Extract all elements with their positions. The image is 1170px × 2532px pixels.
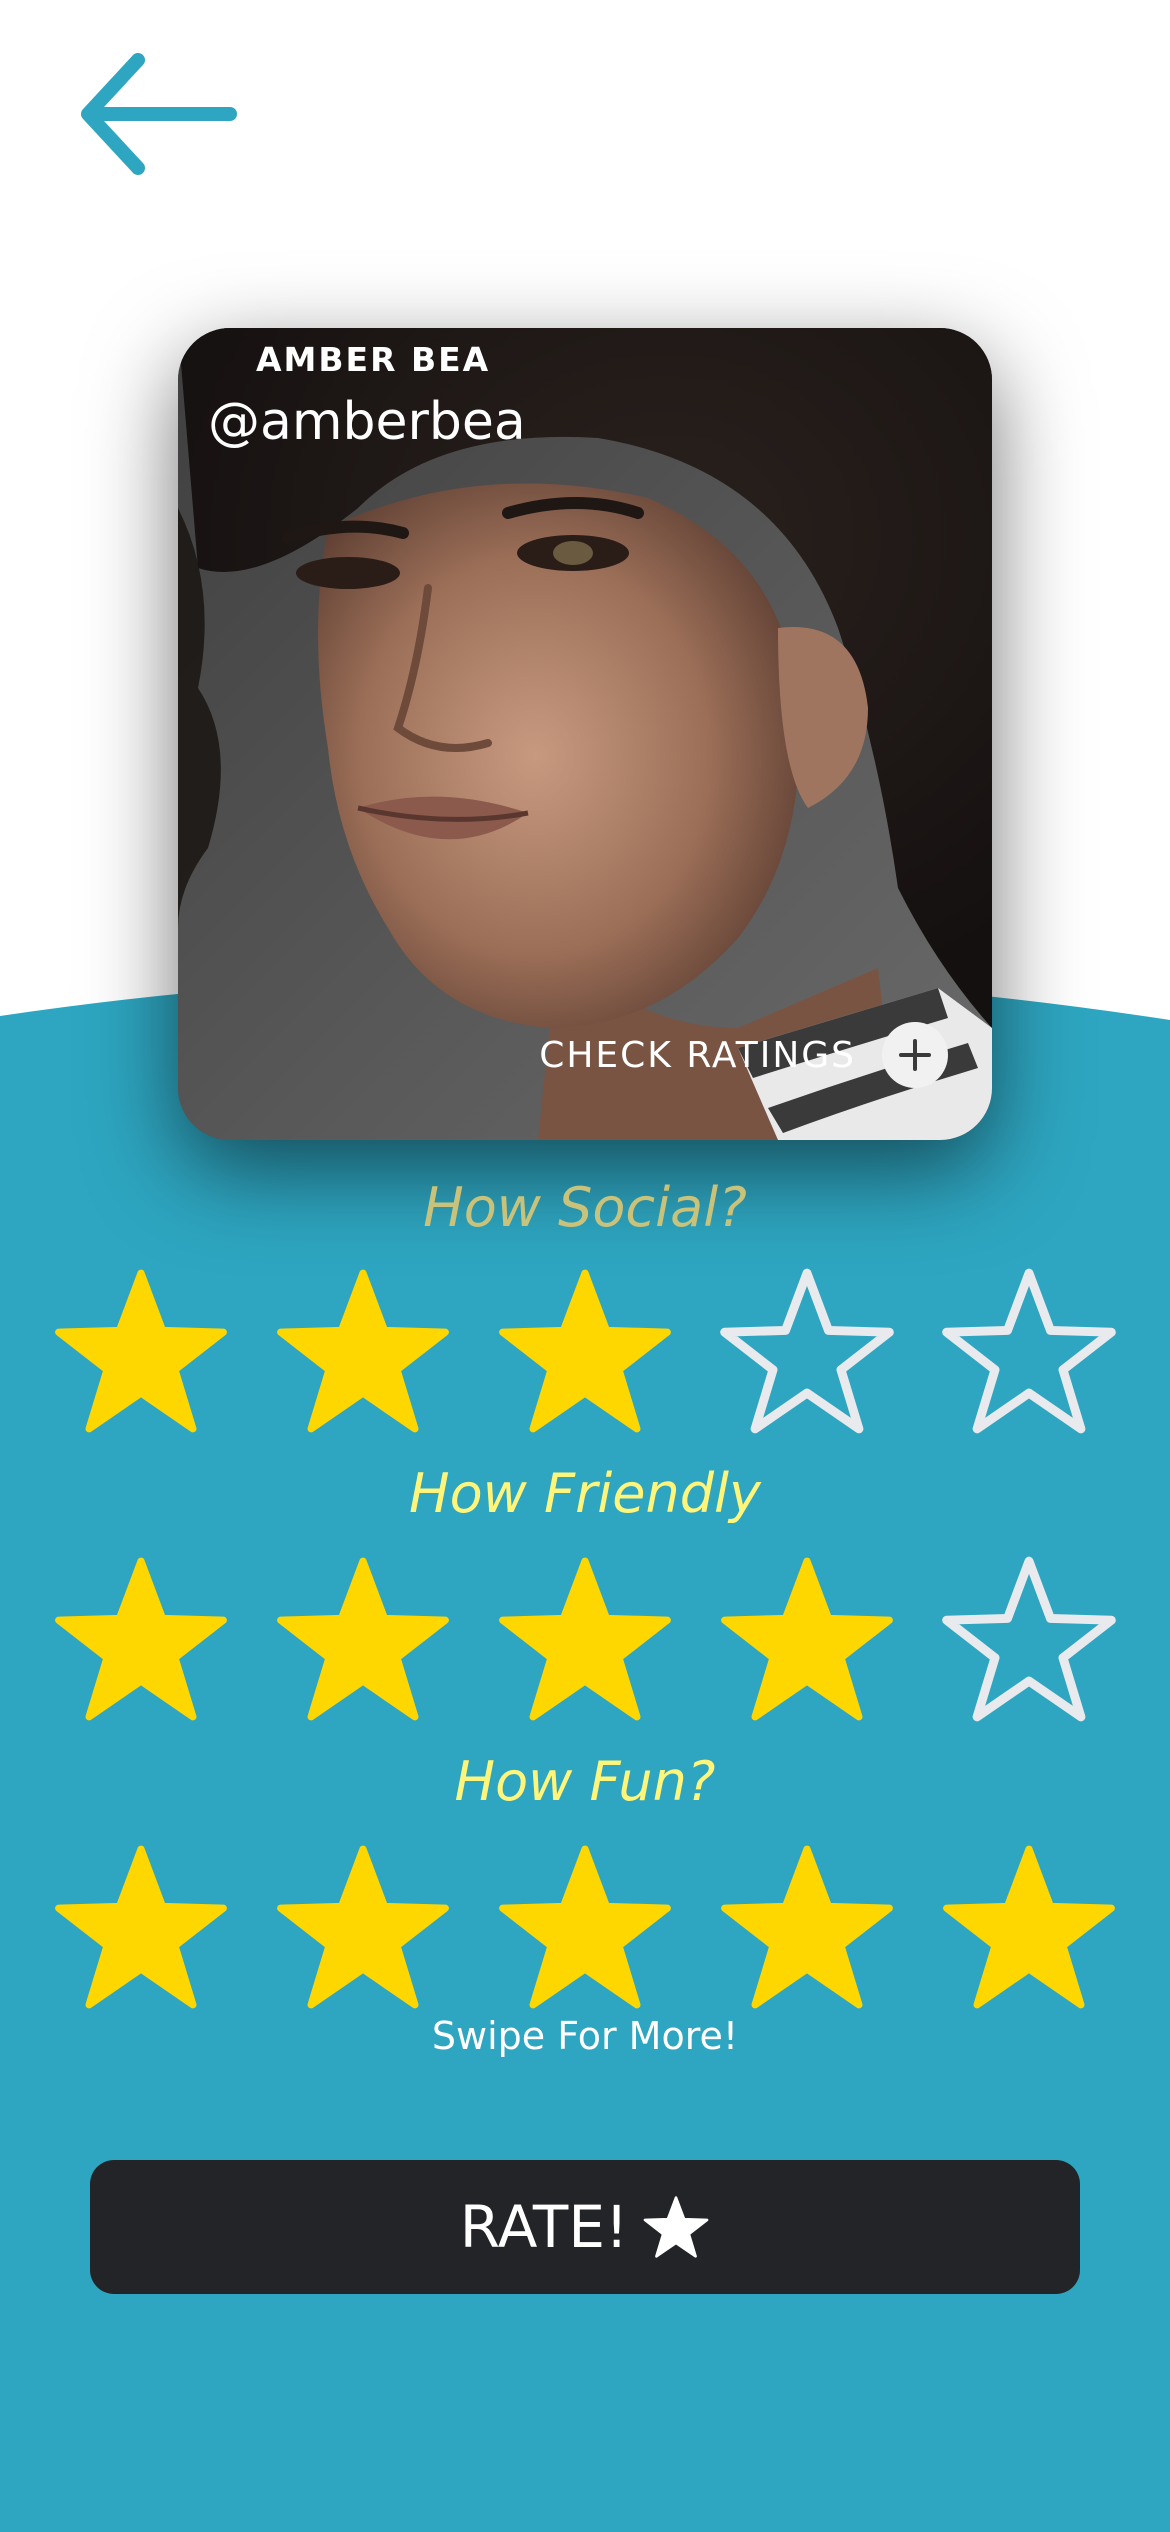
star-icon	[643, 2196, 709, 2258]
star-empty-icon[interactable]	[712, 1266, 902, 1436]
star-row-fun	[46, 1842, 1124, 2012]
star-empty-icon[interactable]	[934, 1266, 1124, 1436]
star-filled-icon[interactable]	[490, 1266, 680, 1436]
star-filled-icon[interactable]	[46, 1554, 236, 1724]
star-filled-icon[interactable]	[46, 1842, 236, 2012]
back-button[interactable]	[78, 46, 238, 186]
check-ratings-button[interactable]: CHECK RATINGS	[539, 1022, 948, 1088]
star-filled-icon[interactable]	[268, 1842, 458, 2012]
plus-circle-icon	[882, 1022, 948, 1088]
question-social: How Social?	[423, 1176, 747, 1239]
star-filled-icon[interactable]	[490, 1842, 680, 2012]
check-ratings-label: CHECK RATINGS	[539, 1034, 856, 1076]
question-friendly: How Friendly	[409, 1462, 761, 1525]
rate-button[interactable]: RATE!	[90, 2160, 1080, 2294]
star-filled-icon[interactable]	[268, 1266, 458, 1436]
profile-name: AMBER BEA	[256, 340, 491, 379]
star-empty-icon[interactable]	[934, 1554, 1124, 1724]
star-filled-icon[interactable]	[490, 1554, 680, 1724]
star-filled-icon[interactable]	[46, 1266, 236, 1436]
star-filled-icon[interactable]	[934, 1842, 1124, 2012]
star-filled-icon[interactable]	[712, 1842, 902, 2012]
question-fun: How Fun?	[454, 1750, 716, 1813]
rate-button-label: RATE!	[459, 2193, 629, 2261]
swipe-hint: Swipe For More!	[431, 2014, 739, 2058]
star-filled-icon[interactable]	[712, 1554, 902, 1724]
star-row-friendly	[46, 1554, 1124, 1724]
profile-handle: @amberbea	[208, 392, 526, 452]
arrow-left-icon	[81, 53, 237, 175]
profile-card[interactable]: AMBER BEA @amberbea CHECK RATINGS	[178, 328, 992, 1140]
star-row-social	[46, 1266, 1124, 1436]
star-filled-icon[interactable]	[268, 1554, 458, 1724]
